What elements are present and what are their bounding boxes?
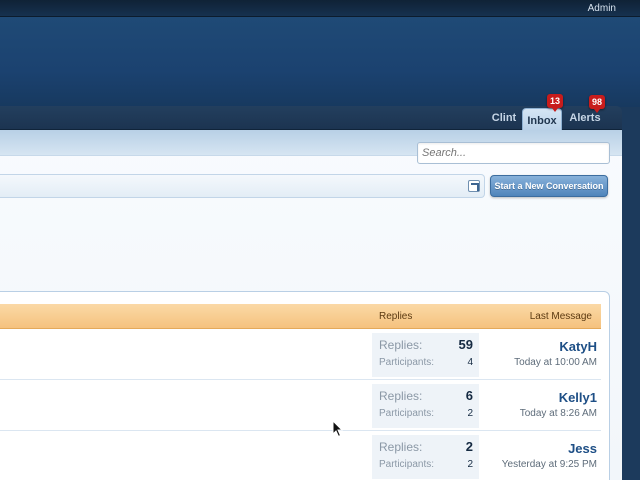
last-message-time[interactable]: Today at 8:26 AM <box>520 408 597 419</box>
stats-cell: Replies: 6 Participants: 2 <box>372 384 479 428</box>
replies-count: 59 <box>458 337 473 352</box>
site-header <box>0 17 640 107</box>
right-gutter <box>622 130 640 480</box>
tab-clint[interactable]: Clint <box>486 106 522 130</box>
replies-column-header[interactable]: Replies <box>379 311 412 322</box>
replies-label: Replies: <box>379 389 423 403</box>
last-message-column-header[interactable]: Last Message <box>530 311 592 322</box>
last-message-time[interactable]: Today at 10:00 AM <box>514 357 597 368</box>
participants-count: 2 <box>467 459 473 470</box>
last-message-user[interactable]: Jess <box>568 441 597 456</box>
last-message-user[interactable]: Kelly1 <box>559 390 597 405</box>
breadcrumb <box>0 174 485 198</box>
replies-label: Replies: <box>379 440 423 454</box>
replies-count: 2 <box>465 439 473 454</box>
mouse-pointer-icon <box>332 420 344 438</box>
last-message-time[interactable]: Yesterday at 9:25 PM <box>502 459 597 470</box>
alerts-count-badge[interactable]: 98 <box>589 95 606 113</box>
replies-label: Replies: <box>379 338 423 352</box>
conversation-row[interactable]: Replies: 59 Participants: 4 KatyH Today … <box>0 330 601 380</box>
participants-label: Participants: <box>379 408 435 419</box>
conversation-list-header: Replies Last Message <box>0 304 601 329</box>
admin-link[interactable]: Admin <box>588 3 616 14</box>
participants-label: Participants: <box>379 357 435 368</box>
participants-count: 4 <box>467 357 473 368</box>
participants-count: 2 <box>467 408 473 419</box>
external-jump-icon[interactable] <box>468 180 480 192</box>
conversation-row[interactable]: Replies: 6 Participants: 2 Kelly1 Today … <box>0 381 601 431</box>
top-strip: Admin <box>0 0 640 17</box>
inbox-count-badge[interactable]: 13 <box>547 94 564 112</box>
stats-cell: Replies: 59 Participants: 4 <box>372 333 479 377</box>
last-message-user[interactable]: KatyH <box>559 339 597 354</box>
start-new-conversation-button[interactable]: Start a New Conversation <box>490 175 608 197</box>
participants-label: Participants: <box>379 459 435 470</box>
stats-cell: Replies: 2 Participants: 2 <box>372 435 479 479</box>
search-input[interactable] <box>418 143 609 163</box>
search-box[interactable] <box>417 142 610 164</box>
replies-count: 6 <box>465 388 473 403</box>
conversation-row[interactable]: Replies: 2 Participants: 2 Jess Yesterda… <box>0 432 601 480</box>
nav-bar: Clint Inbox Alerts <box>0 106 640 132</box>
